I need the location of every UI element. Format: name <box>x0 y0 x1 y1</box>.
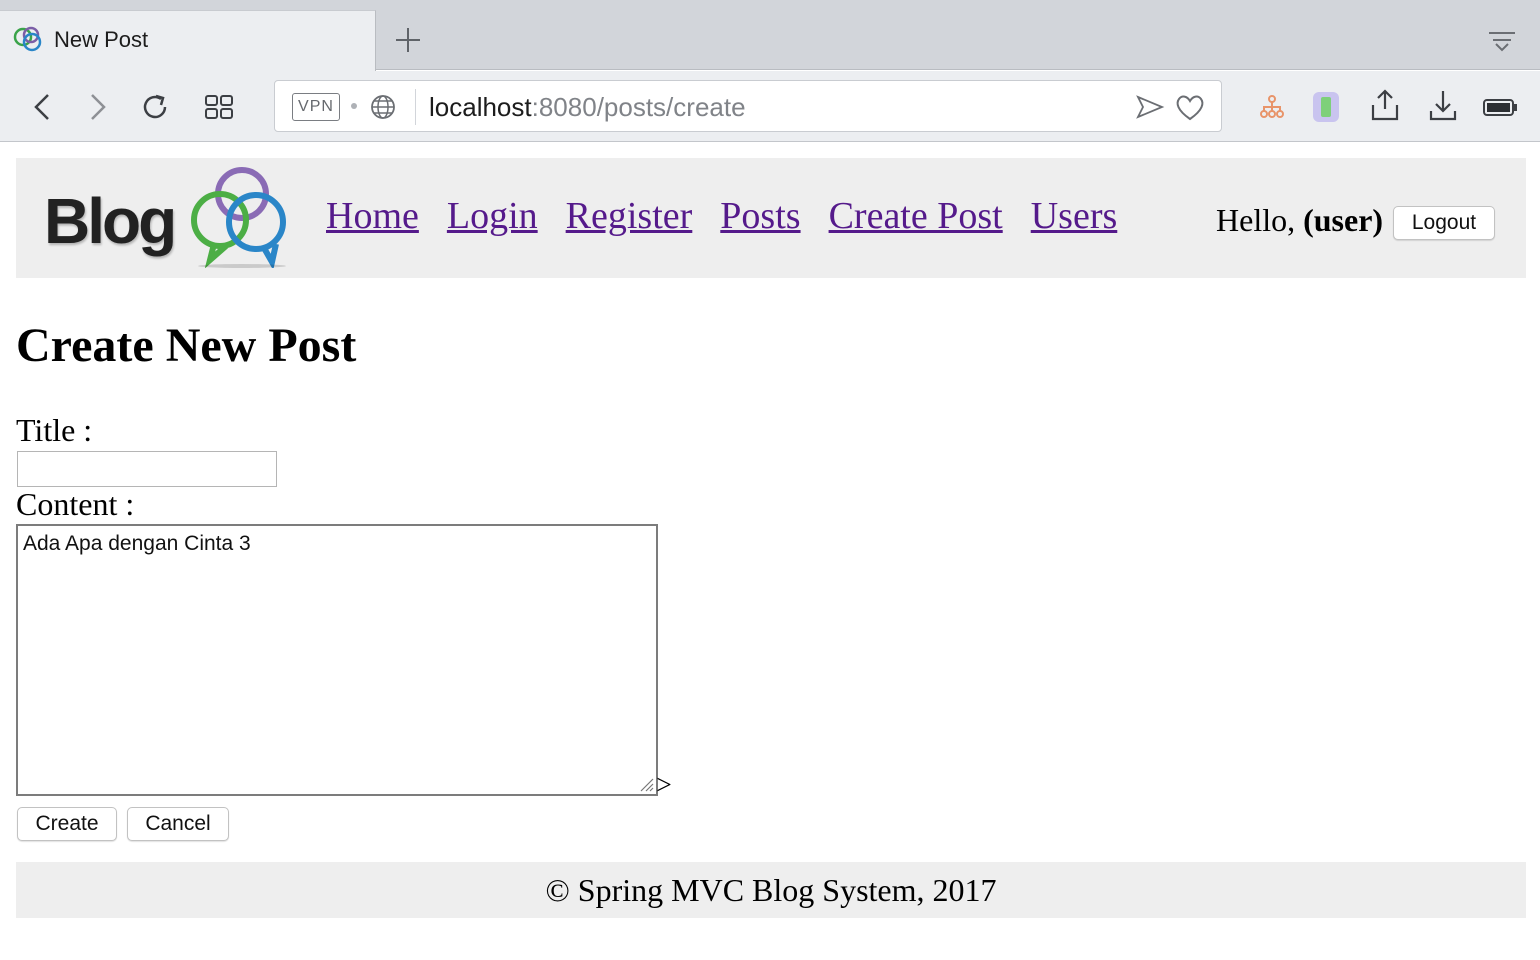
sitemap-icon[interactable] <box>1254 89 1290 125</box>
heart-icon[interactable] <box>1173 91 1207 123</box>
blog-logo[interactable]: Blog <box>44 164 294 272</box>
tab-title: New Post <box>54 27 149 52</box>
browser-tab-bar: New Post <box>0 0 1540 71</box>
reload-icon[interactable] <box>137 89 173 125</box>
nav-register[interactable]: Register <box>566 195 693 237</box>
title-input[interactable] <box>17 451 277 487</box>
browser-toolbar: VPN localhost:8080/posts/create <box>0 71 1540 142</box>
resize-handle-icon[interactable] <box>638 776 654 792</box>
forward-icon[interactable] <box>78 89 114 125</box>
nav-login[interactable]: Login <box>447 195 538 237</box>
battery-icon <box>1483 99 1517 116</box>
separator-dot <box>351 103 357 109</box>
stray-text: > <box>656 770 672 801</box>
title-label: Title : <box>16 412 93 448</box>
browser-tab[interactable]: New Post <box>0 10 376 71</box>
url-text[interactable]: localhost:8080/posts/create <box>429 92 746 123</box>
content-textarea[interactable]: Ada Apa dengan Cinta 3 <box>16 524 658 796</box>
send-icon[interactable] <box>1135 93 1165 121</box>
address-bar[interactable]: VPN localhost:8080/posts/create <box>274 80 1222 132</box>
blog-favicon-icon <box>13 26 42 52</box>
tab-menu-icon[interactable] <box>1486 28 1518 56</box>
brackets-icon[interactable] <box>1308 89 1344 125</box>
nav-users[interactable]: Users <box>1031 195 1118 237</box>
grid-icon[interactable] <box>201 89 237 125</box>
page-title: Create New Post <box>16 319 357 372</box>
greeting: Hello, (user) <box>1216 202 1383 239</box>
site-footer: © Spring MVC Blog System, 2017 <box>16 862 1526 918</box>
new-tab-icon[interactable] <box>392 24 424 56</box>
logo-text: Blog <box>44 185 177 257</box>
share-icon[interactable] <box>1367 87 1403 123</box>
create-button[interactable]: Create <box>17 807 117 841</box>
download-icon[interactable] <box>1425 87 1461 123</box>
vpn-badge[interactable]: VPN <box>292 93 340 121</box>
footer-text: © Spring MVC Blog System, 2017 <box>545 872 997 908</box>
url-path: :8080/posts/create <box>531 92 746 122</box>
address-separator <box>415 89 416 125</box>
main-nav: Home Login Register Posts Create Post Us… <box>326 194 1141 238</box>
site-header: Blog Home Login Register Posts Create Po… <box>16 158 1526 278</box>
greeting-prefix: Hello, <box>1216 202 1304 238</box>
logout-button[interactable]: Logout <box>1393 206 1495 240</box>
globe-icon <box>371 95 395 119</box>
nav-posts[interactable]: Posts <box>720 195 800 237</box>
content-label: Content : <box>16 486 135 522</box>
nav-create-post[interactable]: Create Post <box>829 195 1003 237</box>
speech-bubbles-icon <box>191 167 286 268</box>
username: (user) <box>1303 202 1384 238</box>
nav-home[interactable]: Home <box>326 195 419 237</box>
back-icon[interactable] <box>26 89 62 125</box>
url-host: localhost <box>429 92 532 122</box>
cancel-button[interactable]: Cancel <box>127 807 229 841</box>
